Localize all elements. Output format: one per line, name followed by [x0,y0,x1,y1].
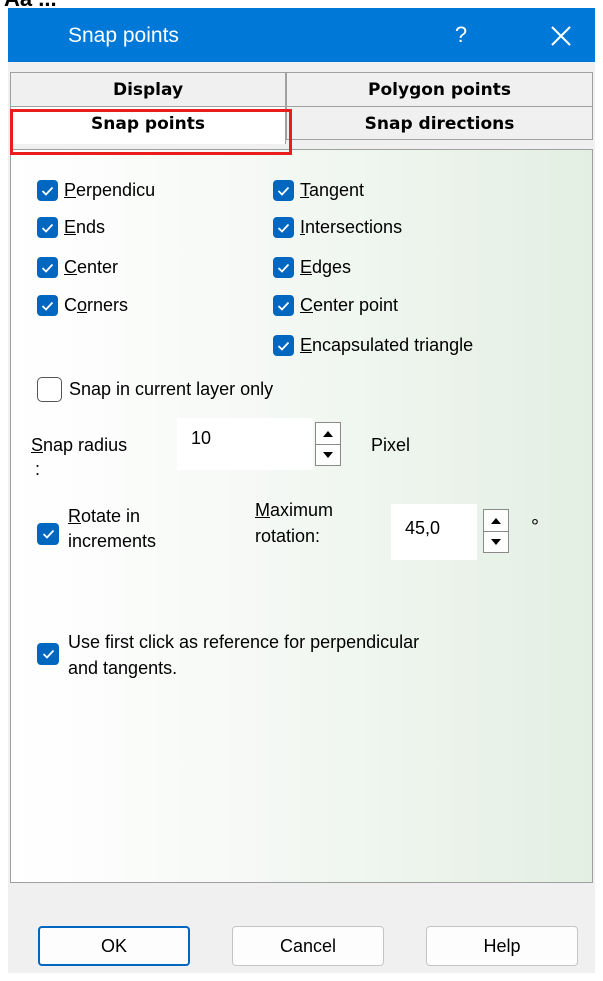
checkmark-icon [277,186,290,196]
tab-snap-directions[interactable]: Snap directions [286,106,593,140]
close-button[interactable] [546,22,576,50]
label-edges: Edges [300,257,352,277]
max-rotation-spinner[interactable] [483,509,509,553]
checkmark-icon [277,301,290,311]
spin-down-icon[interactable] [316,444,340,465]
tab-display[interactable]: Display [10,72,286,106]
snap-radius-input[interactable]: 10 [177,418,313,470]
option-perpendicular[interactable]: Perpendicu [37,180,155,201]
label-perpendicular: Perpendicu [64,180,156,200]
option-center[interactable]: Center [37,257,118,278]
checkmark-icon [42,649,54,659]
checkmark-icon [41,186,54,196]
option-ends[interactable]: Ends [37,217,105,238]
help-button[interactable]: Help [426,926,578,966]
snap-points-panel: Perpendicu Ends Center Corners Tangent I… [10,149,593,883]
checkbox-current-layer-only[interactable] [37,377,62,402]
max-rotation-input[interactable]: 45,0 [391,504,477,560]
option-encapsulated-triangle[interactable]: Encapsulated triangle [273,335,473,356]
checkbox-perpendicular[interactable] [37,180,58,201]
checkbox-rotate-increments[interactable] [37,523,59,545]
spin-up-icon[interactable] [316,423,340,445]
snap-radius-spinner[interactable] [315,422,341,466]
label-encapsulated-triangle: Encapsulated triangle [300,335,474,355]
label-center-point: Center point [300,295,399,315]
option-first-click-reference[interactable] [37,643,59,665]
checkbox-intersections[interactable] [273,217,294,238]
close-icon [551,26,571,46]
checkbox-first-click-reference[interactable] [37,643,59,665]
background-window-fragment: Aa ... [0,0,603,8]
checkbox-tangent[interactable] [273,180,294,201]
checkmark-icon [42,529,54,539]
snap-points-dialog: Snap points ? Display Polygon points Sna… [8,8,595,973]
title-bar: Snap points ? [8,8,595,62]
spin-up-icon[interactable] [484,510,508,532]
label-reference-line1: Use first click as reference for perpend… [68,632,420,652]
checkbox-edges[interactable] [273,257,294,278]
snap-radius-unit: Pixel [371,435,411,455]
help-icon[interactable]: ? [446,22,476,48]
option-tangent[interactable]: Tangent [273,180,364,201]
label-reference-line2: and tangents. [68,658,178,678]
checkmark-icon [41,223,54,233]
ok-button[interactable]: OK [38,926,190,966]
option-rotate-increments[interactable] [37,523,59,545]
option-corners[interactable]: Corners [37,295,128,316]
highlight-box [10,109,292,155]
label-ends: Ends [64,217,106,237]
option-intersections[interactable]: Intersections [273,217,402,238]
degree-unit: ° [531,516,539,538]
label-rotate-line1: Rotate in [68,506,141,526]
checkbox-center[interactable] [37,257,58,278]
label-center: Center [64,257,119,277]
checkbox-center-point[interactable] [273,295,294,316]
checkmark-icon [277,223,290,233]
option-current-layer-only[interactable]: Snap in current layer only [37,377,273,402]
label-corners: Corners [64,295,129,315]
label-maximum-line2: rotation: [255,526,321,546]
label-tangent: Tangent [300,180,365,200]
dialog-title: Snap points [68,24,179,47]
option-center-point[interactable]: Center point [273,295,398,316]
label-rotate-line2: increments [68,531,157,551]
checkbox-corners[interactable] [37,295,58,316]
tab-polygon-points[interactable]: Polygon points [286,72,593,106]
label-maximum-line1: Maximum [255,500,334,520]
spin-down-icon[interactable] [484,531,508,552]
cancel-button[interactable]: Cancel [232,926,384,966]
checkmark-icon [277,341,290,351]
background-text: Aa ... [4,0,57,8]
label-snap-radius-colon: : [35,459,41,479]
checkbox-ends[interactable] [37,217,58,238]
label-intersections: Intersections [300,217,403,237]
checkbox-encapsulated-triangle[interactable] [273,335,294,356]
checkmark-icon [41,263,54,273]
checkmark-icon [41,301,54,311]
option-edges[interactable]: Edges [273,257,351,278]
label-current-layer-only: Snap in current layer only [69,379,274,399]
label-snap-radius: Snap radius [31,435,128,455]
checkmark-icon [277,263,290,273]
